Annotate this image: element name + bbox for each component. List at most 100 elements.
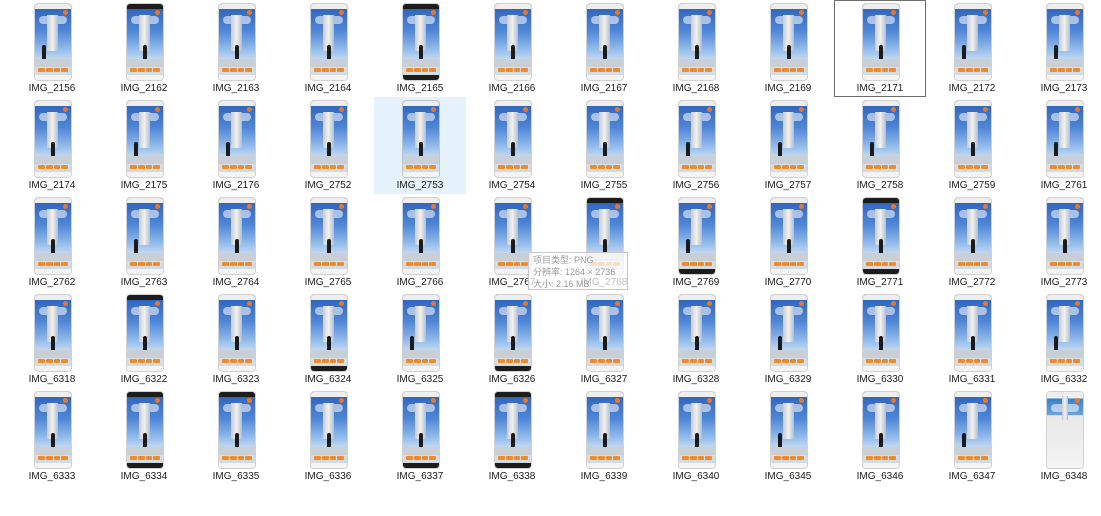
- file-name-label: IMG_2762: [28, 277, 76, 288]
- file-tile[interactable]: IMG_6322: [98, 291, 190, 388]
- file-tile[interactable]: IMG_2163: [190, 0, 282, 97]
- file-name-label: IMG_6337: [396, 471, 444, 482]
- image-thumbnail: [495, 198, 531, 274]
- file-tile[interactable]: IMG_2156: [6, 0, 98, 97]
- file-tile[interactable]: IMG_2756: [650, 97, 742, 194]
- file-tile[interactable]: IMG_2763: [98, 194, 190, 291]
- file-tile[interactable]: IMG_6324: [282, 291, 374, 388]
- file-name-label: IMG_6339: [580, 471, 628, 482]
- file-name-label: IMG_2772: [948, 277, 996, 288]
- file-tile[interactable]: IMG_6346: [834, 388, 926, 485]
- file-tile[interactable]: IMG_2773: [1018, 194, 1101, 291]
- image-thumbnail: [863, 392, 899, 468]
- file-name-label: IMG_2171: [856, 83, 904, 94]
- image-thumbnail: [955, 101, 991, 177]
- file-tile[interactable]: IMG_6329: [742, 291, 834, 388]
- image-thumbnail: [219, 392, 255, 468]
- file-tile[interactable]: IMG_2765: [282, 194, 374, 291]
- file-tile[interactable]: IMG_2766: [374, 194, 466, 291]
- image-thumbnail: [495, 4, 531, 80]
- file-tile[interactable]: IMG_2164: [282, 0, 374, 97]
- image-thumbnail: [771, 198, 807, 274]
- file-tile[interactable]: IMG_2166: [466, 0, 558, 97]
- file-tile[interactable]: IMG_6334: [98, 388, 190, 485]
- image-thumbnail: [127, 4, 163, 80]
- file-name-label: IMG_2164: [304, 83, 352, 94]
- file-name-label: IMG_2758: [856, 180, 904, 191]
- file-name-label: IMG_2156: [28, 83, 76, 94]
- file-tile[interactable]: IMG_2167: [558, 0, 650, 97]
- image-thumbnail: [955, 4, 991, 80]
- image-thumbnail: [771, 4, 807, 80]
- file-tile[interactable]: IMG_6332: [1018, 291, 1101, 388]
- file-tile[interactable]: IMG_2174: [6, 97, 98, 194]
- image-thumbnail: [1047, 392, 1083, 468]
- image-thumbnail: [311, 198, 347, 274]
- image-thumbnail: [1047, 295, 1083, 371]
- file-tile[interactable]: IMG_6340: [650, 388, 742, 485]
- file-tile[interactable]: IMG_2171: [834, 0, 926, 97]
- file-tile[interactable]: IMG_6347: [926, 388, 1018, 485]
- file-tile[interactable]: IMG_6338: [466, 388, 558, 485]
- file-tile[interactable]: IMG_2168: [650, 0, 742, 97]
- file-tile[interactable]: IMG_6331: [926, 291, 1018, 388]
- file-tile[interactable]: IMG_6326: [466, 291, 558, 388]
- file-tile[interactable]: IMG_6348: [1018, 388, 1101, 485]
- tooltip-size: 大小: 2.16 MB: [533, 279, 590, 289]
- file-tile[interactable]: IMG_6318: [6, 291, 98, 388]
- file-tile[interactable]: IMG_6330: [834, 291, 926, 388]
- file-name-label: IMG_2753: [396, 180, 444, 191]
- file-name-label: IMG_2764: [212, 277, 260, 288]
- file-tile[interactable]: IMG_2772: [926, 194, 1018, 291]
- file-tile[interactable]: IMG_6323: [190, 291, 282, 388]
- file-name-label: IMG_6345: [764, 471, 812, 482]
- image-thumbnail: [679, 4, 715, 80]
- file-tile[interactable]: IMG_6339: [558, 388, 650, 485]
- image-thumbnail: [403, 295, 439, 371]
- file-tile[interactable]: IMG_2752: [282, 97, 374, 194]
- file-tile[interactable]: IMG_2176: [190, 97, 282, 194]
- file-tile[interactable]: IMG_2175: [98, 97, 190, 194]
- file-name-label: IMG_6323: [212, 374, 260, 385]
- file-tile[interactable]: IMG_6327: [558, 291, 650, 388]
- file-tile[interactable]: IMG_2770: [742, 194, 834, 291]
- file-tile[interactable]: IMG_6335: [190, 388, 282, 485]
- file-tile[interactable]: IMG_2755: [558, 97, 650, 194]
- file-name-label: IMG_6322: [120, 374, 168, 385]
- image-thumbnail: [863, 295, 899, 371]
- file-tile[interactable]: IMG_2173: [1018, 0, 1101, 97]
- file-name-label: IMG_2770: [764, 277, 812, 288]
- file-tile[interactable]: IMG_6333: [6, 388, 98, 485]
- file-tile[interactable]: IMG_2165: [374, 0, 466, 97]
- file-tile[interactable]: IMG_2753: [374, 97, 466, 194]
- image-thumbnail: [1047, 4, 1083, 80]
- file-tile[interactable]: IMG_2172: [926, 0, 1018, 97]
- image-thumbnail: [35, 4, 71, 80]
- file-name-label: IMG_2172: [948, 83, 996, 94]
- file-tile[interactable]: IMG_6345: [742, 388, 834, 485]
- image-thumbnail: [35, 101, 71, 177]
- file-name-label: IMG_6346: [856, 471, 904, 482]
- file-tile[interactable]: IMG_2169: [742, 0, 834, 97]
- file-tile[interactable]: IMG_2162: [98, 0, 190, 97]
- image-thumbnail: [311, 392, 347, 468]
- image-thumbnail: [127, 295, 163, 371]
- file-tile[interactable]: IMG_2759: [926, 97, 1018, 194]
- file-tile[interactable]: IMG_2769: [650, 194, 742, 291]
- file-name-label: IMG_2175: [120, 180, 168, 191]
- image-thumbnail: [35, 198, 71, 274]
- file-name-label: IMG_2752: [304, 180, 352, 191]
- image-thumbnail: [127, 198, 163, 274]
- file-tile[interactable]: IMG_2754: [466, 97, 558, 194]
- image-thumbnail: [311, 101, 347, 177]
- file-tile[interactable]: IMG_6337: [374, 388, 466, 485]
- file-tile[interactable]: IMG_2761: [1018, 97, 1101, 194]
- file-tile[interactable]: IMG_2757: [742, 97, 834, 194]
- file-tile[interactable]: IMG_2764: [190, 194, 282, 291]
- file-tile[interactable]: IMG_2762: [6, 194, 98, 291]
- file-tile[interactable]: IMG_2758: [834, 97, 926, 194]
- file-tile[interactable]: IMG_2771: [834, 194, 926, 291]
- file-tile[interactable]: IMG_6325: [374, 291, 466, 388]
- file-tile[interactable]: IMG_6328: [650, 291, 742, 388]
- file-tile[interactable]: IMG_6336: [282, 388, 374, 485]
